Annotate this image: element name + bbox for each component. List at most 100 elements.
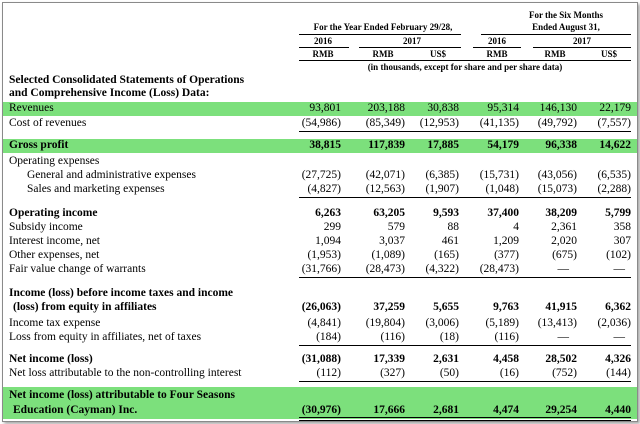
row-label-line1: Net income (loss) attributable to Four S… xyxy=(9,389,235,401)
value-fy2017-rmb: (116) xyxy=(380,331,405,343)
row-label: Gross profit xyxy=(9,139,69,151)
value-6m2016-rmb: (116) xyxy=(494,331,519,343)
value-6m2016-rmb: (1,048) xyxy=(485,183,519,195)
row-label: Cost of revenues xyxy=(9,117,87,129)
value-6m2017-usd: 358 xyxy=(613,221,631,233)
value-6m2017-usd: 5,799 xyxy=(605,207,631,219)
value-fy2016-rmb: (184) xyxy=(316,331,341,343)
header-year-2017: 2017 xyxy=(403,36,421,46)
row-label-line2: Education (Cayman) Inc. xyxy=(13,404,138,416)
financial-table: For the Six Months For the Year Ended Fe… xyxy=(2,2,638,422)
value-fy2017-rmb: 3,037 xyxy=(379,235,405,247)
value-6m2017-usd: 4,440 xyxy=(605,404,631,416)
row-label: Loss from equity in affiliates, net of t… xyxy=(9,331,202,343)
value-fy2017-usd: 30,838 xyxy=(427,102,459,114)
value-fy2016-rmb: (54,986) xyxy=(301,117,341,129)
value-6m2017-rmb: 29,254 xyxy=(545,404,577,416)
value-6m2017-usd: 307 xyxy=(613,235,631,247)
header-year-2016: 2016 xyxy=(314,36,332,46)
value-fy2016-rmb: (1,953) xyxy=(307,249,341,261)
value-fy2016-rmb: (26,063) xyxy=(301,301,341,313)
row-label: Income (loss) before income taxes and in… xyxy=(9,287,234,299)
value-6m2017-rmb: — xyxy=(557,331,570,343)
value-fy2017-usd: 17,885 xyxy=(427,139,459,151)
row-label: Net income (loss) xyxy=(9,353,93,365)
value-fy2017-usd: (1,907) xyxy=(425,183,459,195)
value-fy2016-rmb: (4,827) xyxy=(307,183,341,195)
value-fy2017-usd: (12,953) xyxy=(419,117,459,129)
row-label: Other expenses, net xyxy=(9,249,100,261)
header-currency-2: RMB xyxy=(372,49,394,59)
value-fy2017-rmb: (327) xyxy=(380,367,405,379)
value-6m2016-rmb: 37,400 xyxy=(487,207,519,219)
value-6m2016-rmb: 4,474 xyxy=(493,404,519,416)
value-6m2017-usd: 14,622 xyxy=(599,139,631,151)
value-6m2017-rmb: 38,209 xyxy=(545,207,577,219)
value-6m2017-usd: — xyxy=(613,331,626,343)
section-title-line1: Selected Consolidated Statements of Oper… xyxy=(9,74,245,86)
value-6m2017-usd: 4,326 xyxy=(605,353,631,365)
header-year-group: For the Year Ended February 29/28, xyxy=(313,22,453,32)
value-fy2017-usd: 5,655 xyxy=(433,301,459,313)
value-6m2017-rmb: — xyxy=(557,263,570,275)
value-fy2017-usd: 461 xyxy=(441,235,459,247)
header-six-months-line2: Ended August 31, xyxy=(532,22,600,32)
value-fy2017-usd: 88 xyxy=(447,221,460,233)
row-label: General and administrative expenses xyxy=(27,169,196,181)
header-note: (in thousands, except for share and per … xyxy=(367,62,563,72)
header-currency-6: US$ xyxy=(600,49,617,59)
row-label: Subsidy income xyxy=(9,221,83,233)
value-fy2016-rmb: 6,263 xyxy=(315,207,341,219)
value-fy2017-usd: (50) xyxy=(439,367,459,379)
value-6m2017-usd: 22,179 xyxy=(599,102,631,114)
value-6m2016-rmb: 9,763 xyxy=(493,301,519,313)
value-fy2017-usd: (165) xyxy=(434,249,459,261)
value-6m2017-usd: 6,362 xyxy=(605,301,631,313)
value-fy2016-rmb: 38,815 xyxy=(309,139,341,151)
value-fy2016-rmb: (30,976) xyxy=(301,404,341,416)
value-fy2017-usd: (6,385) xyxy=(425,169,459,181)
value-6m2016-rmb: 4 xyxy=(513,221,519,233)
header-six-2017: 2017 xyxy=(573,36,591,46)
value-fy2017-rmb: (28,473) xyxy=(365,263,405,275)
value-6m2016-rmb: 95,314 xyxy=(487,102,519,114)
value-6m2017-rmb: 146,130 xyxy=(539,102,577,114)
value-fy2016-rmb: 299 xyxy=(323,221,341,233)
value-6m2017-usd: (102) xyxy=(606,249,631,261)
header-currency-1: RMB xyxy=(312,49,334,59)
value-fy2017-rmb: (85,349) xyxy=(365,117,405,129)
value-6m2017-rmb: (675) xyxy=(552,249,577,261)
value-6m2016-rmb: (28,473) xyxy=(479,263,519,275)
value-fy2016-rmb: 1,094 xyxy=(315,235,341,247)
header-six-2016: 2016 xyxy=(488,36,506,46)
value-6m2016-rmb: (16) xyxy=(499,367,519,379)
value-6m2017-rmb: (49,792) xyxy=(537,117,577,129)
value-6m2017-rmb: 96,338 xyxy=(545,139,577,151)
value-6m2017-usd: (7,557) xyxy=(597,117,631,129)
table-row-net-income-attributable: Net income (loss) attributable to Four S… xyxy=(3,387,637,419)
header-currency-3: US$ xyxy=(429,49,446,59)
value-fy2016-rmb: (4,841) xyxy=(307,317,341,329)
header-six-months-line1: For the Six Months xyxy=(528,10,604,20)
value-6m2017-rmb: (13,413) xyxy=(537,317,577,329)
header-currency-4: RMB xyxy=(486,49,508,59)
value-fy2017-rmb: (1,089) xyxy=(371,249,405,261)
value-6m2016-rmb: (15,731) xyxy=(479,169,519,181)
row-label: Revenues xyxy=(9,102,54,114)
value-6m2017-usd: (2,288) xyxy=(597,183,631,195)
value-6m2017-rmb: (15,073) xyxy=(537,183,577,195)
row-label: Operating income xyxy=(9,207,98,219)
value-6m2017-rmb: 41,915 xyxy=(545,301,577,313)
value-fy2017-rmb: 37,259 xyxy=(373,301,405,313)
row-label: Interest income, net xyxy=(9,235,101,247)
value-6m2016-rmb: 4,458 xyxy=(493,353,519,365)
value-6m2016-rmb: 54,179 xyxy=(487,139,519,151)
value-6m2017-rmb: 28,502 xyxy=(545,353,577,365)
row-label: Operating expenses xyxy=(9,155,100,167)
value-fy2017-usd: 2,681 xyxy=(433,404,459,416)
value-6m2016-rmb: (5,189) xyxy=(485,317,519,329)
value-fy2017-rmb: 203,188 xyxy=(367,102,405,114)
value-fy2017-usd: 2,631 xyxy=(433,353,459,365)
value-6m2017-rmb: 2,361 xyxy=(551,221,577,233)
value-fy2017-rmb: (42,071) xyxy=(365,169,405,181)
